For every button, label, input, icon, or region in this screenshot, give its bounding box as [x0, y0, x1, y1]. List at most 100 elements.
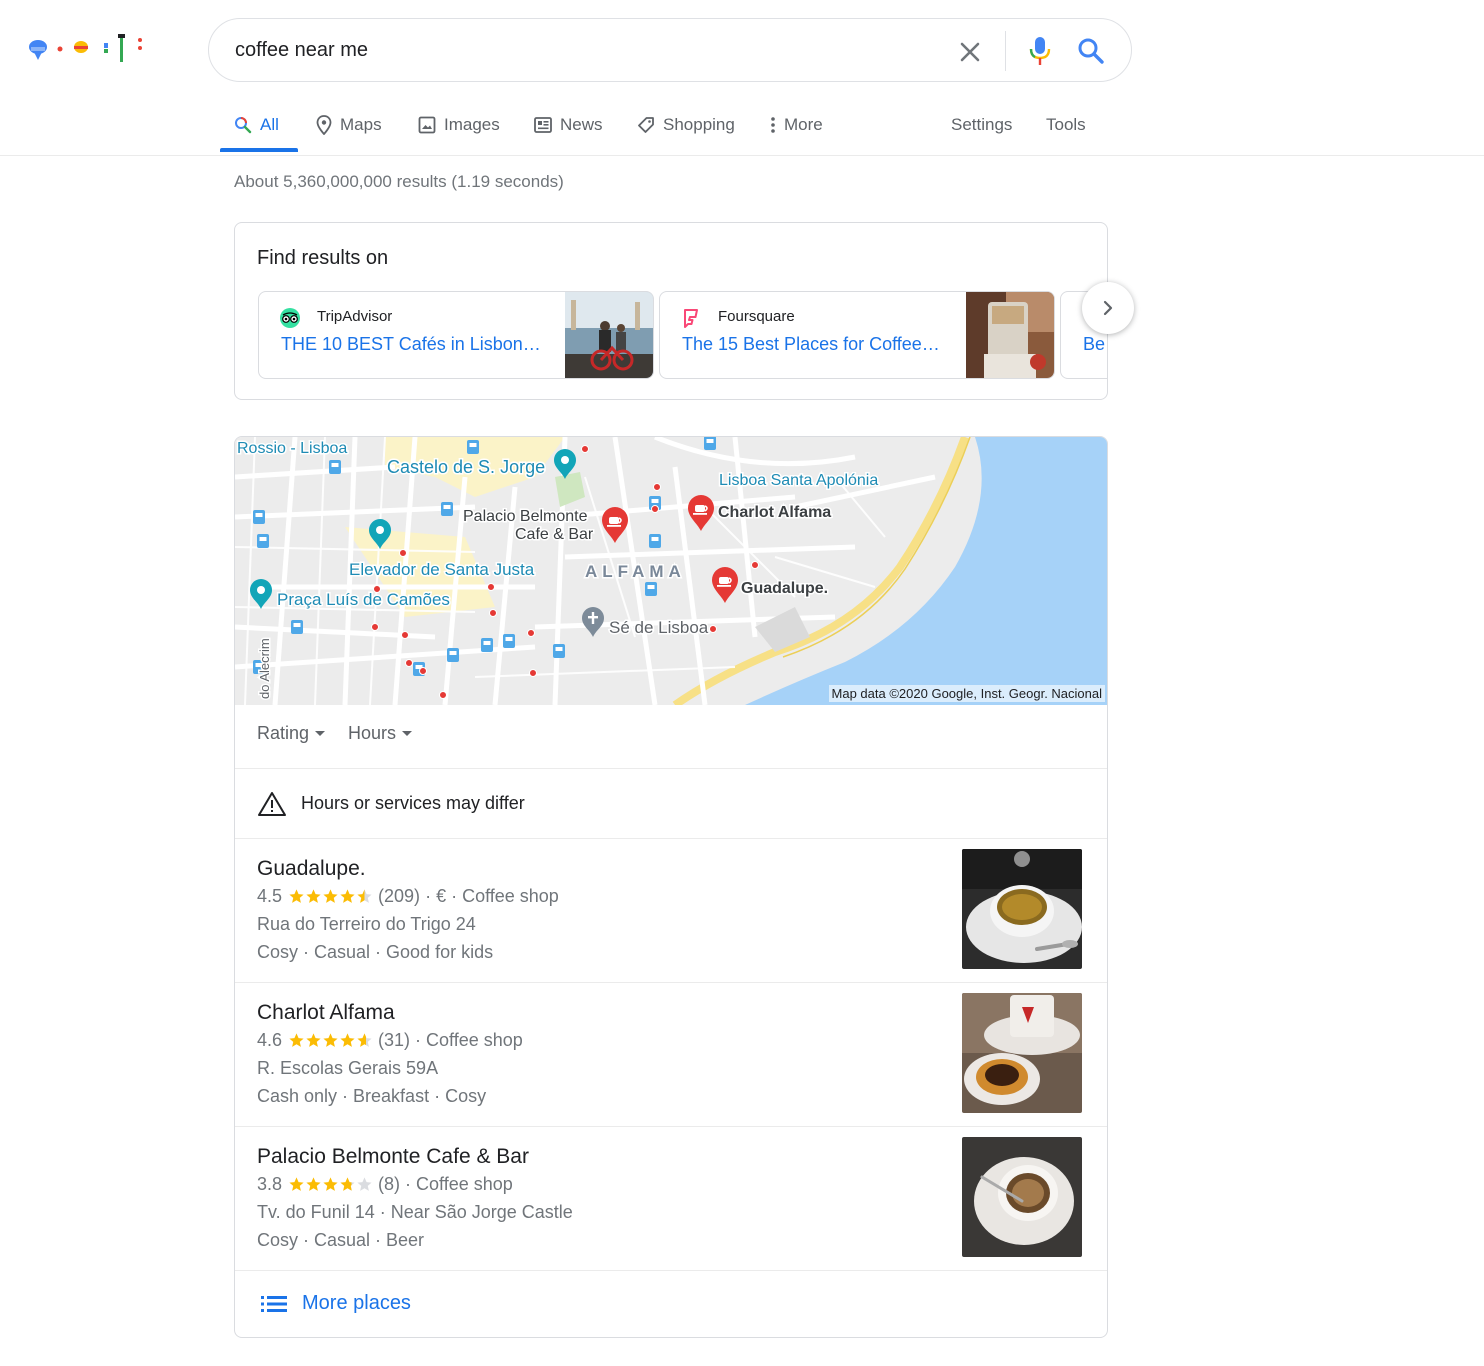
star-icon: [340, 1033, 355, 1047]
tab-shopping[interactable]: Shopping: [637, 112, 735, 138]
map-result-dot[interactable]: [401, 631, 409, 639]
place-result-palacio-belmonte[interactable]: Palacio Belmonte Cafe & Bar 3.8 (8) · Co…: [235, 1127, 1107, 1271]
google-doodle-logo[interactable]: [26, 30, 150, 64]
tag-icon: [638, 117, 654, 133]
search-input[interactable]: [235, 33, 935, 67]
source-link[interactable]: THE 10 BEST Cafés in Lisbon…: [281, 334, 557, 355]
map-label-rossio: Rossio - Lisboa: [237, 440, 347, 457]
source-card-tripadvisor[interactable]: TripAdvisor THE 10 BEST Cafés in Lisbon…: [258, 291, 654, 379]
place-category: Coffee shop: [426, 1030, 523, 1050]
source-thumbnail: [565, 292, 653, 378]
news-icon: [534, 117, 552, 133]
star-rating: [288, 1032, 373, 1049]
place-name[interactable]: Palacio Belmonte Cafe & Bar: [257, 1145, 529, 1169]
map-result-dot[interactable]: [399, 549, 407, 557]
place-name[interactable]: Guadalupe.: [257, 857, 366, 881]
separator: ·: [410, 1030, 427, 1050]
map-result-dot[interactable]: [529, 669, 537, 677]
star-icon: [289, 889, 304, 903]
place-name[interactable]: Charlot Alfama: [257, 1001, 395, 1025]
map-result-dot[interactable]: [439, 691, 447, 699]
map-label-elevador: Elevador de Santa Justa: [349, 560, 535, 579]
rating-value: 3.8: [257, 1174, 283, 1194]
source-thumbnail: [966, 292, 1054, 378]
transit-stop-icon: [257, 534, 269, 548]
transit-stop-icon: [253, 510, 265, 524]
place-rating-line: 4.6 (31) · Coffee shop: [257, 1030, 523, 1051]
search-icon: [235, 117, 252, 134]
map-result-dot[interactable]: [487, 583, 495, 591]
place-rating-line: 4.5 (209) · € · Coffee shop: [257, 886, 559, 907]
find-results-title: Find results on: [257, 247, 389, 269]
clear-icon[interactable]: [957, 39, 983, 65]
carousel-next-button[interactable]: [1082, 282, 1134, 334]
map-label-praca: Praça Luís de Camões: [277, 590, 450, 609]
tab-label: Images: [444, 115, 500, 134]
transit-stop-icon: [291, 620, 303, 634]
map-result-dot[interactable]: [489, 609, 497, 617]
settings-link[interactable]: Settings: [951, 112, 1012, 138]
map-result-dot[interactable]: [371, 623, 379, 631]
tab-all[interactable]: All: [234, 112, 279, 138]
transit-stop-icon: [704, 437, 716, 450]
rating-value: 4.6: [257, 1030, 283, 1050]
warning-icon: [258, 792, 286, 816]
tab-maps[interactable]: Maps: [316, 112, 382, 138]
place-result-guadalupe[interactable]: Guadalupe. 4.5 (209) · € · Coffee shop R…: [235, 839, 1107, 983]
map-result-dot[interactable]: [653, 483, 661, 491]
map-label-santa-apolonia: Lisboa Santa Apolónia: [719, 472, 878, 489]
place-category: Coffee shop: [416, 1174, 513, 1194]
more-places-link[interactable]: More places: [235, 1271, 1107, 1337]
place-tags: Cosy · Casual · Beer: [257, 1230, 425, 1250]
place-result-charlot-alfama[interactable]: Charlot Alfama 4.6 (31) · Coffee shop R.…: [235, 983, 1107, 1127]
place-address: Rua do Terreiro do Trigo 24: [257, 914, 476, 934]
map-pin-icon: [316, 115, 332, 135]
star-icon: [289, 1033, 304, 1047]
place-photo[interactable]: [962, 993, 1082, 1113]
filter-rating-dropdown[interactable]: Rating: [257, 723, 326, 744]
source-card-foursquare[interactable]: Foursquare The 15 Best Places for Coffee…: [659, 291, 1055, 379]
place-photo[interactable]: [962, 1137, 1082, 1257]
star-rating: [288, 888, 373, 905]
local-map[interactable]: Rossio - Lisboa Castelo de S. Jorge Lisboa…: [235, 437, 1107, 705]
source-name: Foursquare: [718, 308, 795, 325]
place-photo[interactable]: [962, 849, 1082, 969]
more-vert-icon: [771, 117, 775, 133]
star-icon: [340, 889, 355, 903]
tools-link[interactable]: Tools: [1046, 112, 1086, 138]
more-places-label: More places: [302, 1292, 411, 1314]
map-result-dot[interactable]: [651, 505, 659, 513]
place-tags: Cash only · Breakfast · Cosy: [257, 1086, 487, 1106]
price-level: €: [436, 886, 447, 906]
separator: ·: [420, 886, 437, 906]
star-icon: [289, 1177, 304, 1191]
source-name: TripAdvisor: [317, 308, 393, 325]
tab-label: Shopping: [663, 115, 735, 134]
local-results-card: Rossio - Lisboa Castelo de S. Jorge Lisboa…: [234, 436, 1108, 1338]
separator: ·: [400, 1174, 417, 1194]
tab-news[interactable]: News: [534, 112, 603, 138]
transit-stop-icon: [649, 534, 661, 548]
filter-label: Hours: [348, 723, 397, 743]
tab-more[interactable]: More: [768, 112, 823, 138]
results-count: About 5,360,000,000 results (1.19 second…: [234, 172, 564, 191]
place-address: Tv. do Funil 14 · Near São Jorge Castle: [257, 1202, 573, 1222]
map-result-dot[interactable]: [527, 629, 535, 637]
transit-stop-icon: [467, 440, 479, 454]
map-result-dot[interactable]: [419, 667, 427, 675]
map-result-dot[interactable]: [751, 561, 759, 569]
search-box[interactable]: [208, 18, 1132, 82]
microphone-icon[interactable]: [1027, 35, 1053, 67]
map-result-dot[interactable]: [581, 445, 589, 453]
source-link[interactable]: Be: [1083, 334, 1107, 355]
filter-hours-dropdown[interactable]: Hours: [348, 723, 413, 744]
filter-bar: Rating Hours: [235, 705, 1107, 769]
map-label-se: Sé de Lisboa: [609, 618, 709, 637]
tab-images[interactable]: Images: [418, 112, 500, 138]
map-result-dot[interactable]: [709, 625, 717, 633]
review-count: (31): [378, 1030, 411, 1050]
source-link[interactable]: The 15 Best Places for Coffee…: [682, 334, 958, 355]
search-icon[interactable]: [1077, 37, 1105, 65]
map-result-dot[interactable]: [405, 659, 413, 667]
place-category: Coffee shop: [462, 886, 559, 906]
